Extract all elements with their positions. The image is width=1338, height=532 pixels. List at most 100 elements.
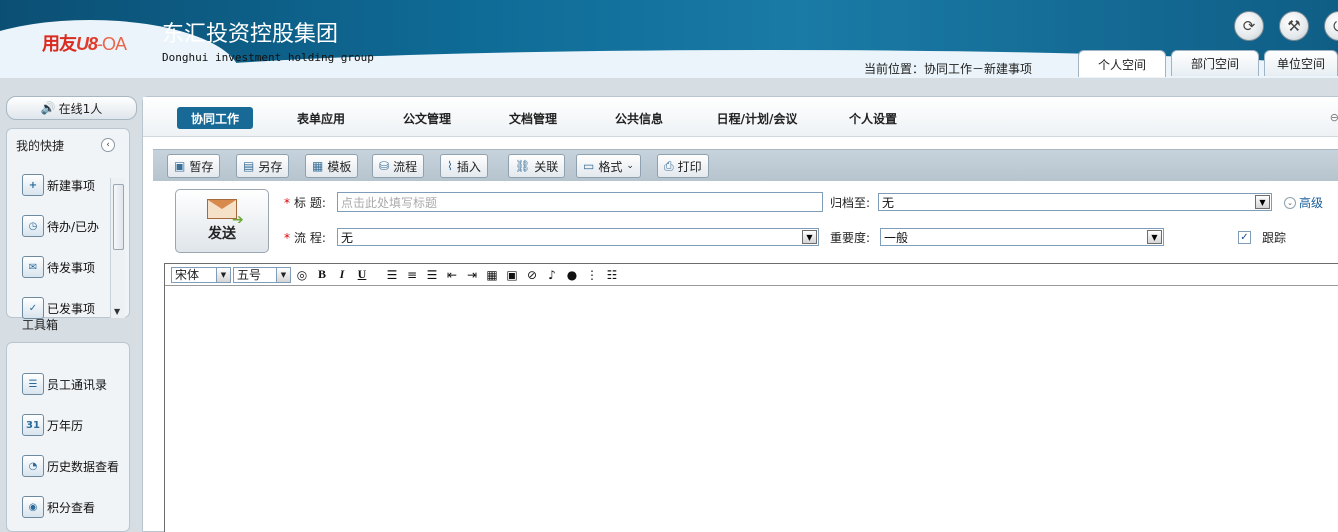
button-label: 插入 bbox=[456, 159, 481, 174]
indent-icon[interactable]: ⇥ bbox=[463, 266, 481, 284]
send-button[interactable]: ➔ 发送 bbox=[175, 189, 269, 253]
collapse-sidebar-icon[interactable]: ‹ bbox=[101, 138, 115, 152]
italic-icon[interactable]: I bbox=[333, 266, 351, 284]
image-icon[interactable]: ▣ bbox=[503, 266, 521, 284]
underline-icon[interactable]: U bbox=[353, 266, 371, 284]
title-label-text: 标 题: bbox=[294, 196, 326, 210]
scrollbar-thumb[interactable] bbox=[113, 184, 124, 250]
shortcuts-title: 我的快捷 bbox=[16, 139, 65, 153]
bold-icon[interactable]: B bbox=[313, 266, 331, 284]
table-icon[interactable]: ▦ bbox=[483, 266, 501, 284]
font-size-select[interactable]: 五号 ▼ bbox=[233, 266, 291, 283]
online-users-button[interactable]: 🔊 在线1人 bbox=[6, 96, 137, 120]
title-input[interactable]: 点击此处填写标题 bbox=[337, 192, 823, 212]
editor-content-area[interactable] bbox=[165, 286, 1338, 532]
tool-history-data[interactable]: ◔ 历史数据查看 bbox=[22, 455, 119, 477]
tab-unit-space[interactable]: 单位空间 bbox=[1264, 50, 1338, 76]
insert-button[interactable]: ⌇ 插入 bbox=[440, 154, 488, 178]
advanced-toggle[interactable]: ⌄ 高级 bbox=[1284, 194, 1323, 211]
shortcut-todo[interactable]: ◷ 待办/已办 bbox=[22, 215, 99, 237]
pending-send-icon: ✉ bbox=[22, 256, 44, 278]
save-as-button[interactable]: ▤ 另存 bbox=[236, 154, 290, 178]
refresh-icon[interactable]: ⟳ bbox=[1234, 11, 1264, 41]
breadcrumb-location: 当前位置：协同工作－新建事项 bbox=[864, 62, 1033, 76]
menu-document-management[interactable]: 公文管理 bbox=[389, 107, 465, 129]
company-name: 东汇投资控股集团 bbox=[162, 22, 339, 47]
template-icon: ▦ bbox=[312, 159, 324, 173]
text-color-icon[interactable]: ◎ bbox=[293, 266, 311, 284]
menu-public-info[interactable]: 公共信息 bbox=[601, 107, 677, 129]
align-left-icon[interactable]: ☰ bbox=[383, 266, 401, 284]
shortcut-new-item[interactable]: + 新建事项 bbox=[22, 174, 95, 196]
tool-address-book[interactable]: ☰ 员工通讯录 bbox=[22, 373, 107, 395]
track-checkbox[interactable]: ✓ bbox=[1238, 231, 1251, 244]
flash-icon[interactable]: ⊘ bbox=[523, 266, 541, 284]
button-label: 关联 bbox=[534, 159, 559, 174]
ordered-list-icon[interactable]: ⋮ bbox=[583, 266, 601, 284]
size-value: 五号 bbox=[237, 268, 262, 282]
format-button[interactable]: ▭ 格式 ⌄ bbox=[576, 154, 641, 178]
menu-file-management[interactable]: 文档管理 bbox=[495, 107, 571, 129]
tab-department-space[interactable]: 部门空间 bbox=[1171, 50, 1259, 76]
shortcut-pending-send[interactable]: ✉ 待发事项 bbox=[22, 256, 95, 278]
template-button[interactable]: ▦ 模板 bbox=[305, 154, 359, 178]
new-item-icon: + bbox=[22, 174, 44, 196]
editor-toolbar-bar: ▣ 暂存 ▤ 另存 ▦ 模板 ⛁ 流程 ⌇ 插入 ⛓ 关联 ▭ 格式 ⌄ ⎙ 打印 bbox=[153, 149, 1338, 181]
unordered-list-icon[interactable]: ☷ bbox=[603, 266, 621, 284]
menu-personal-settings[interactable]: 个人设置 bbox=[835, 107, 911, 129]
tool-calendar[interactable]: 31 万年历 bbox=[22, 414, 83, 436]
chevron-down-icon: ▼ bbox=[802, 230, 817, 244]
process-select[interactable]: 无 ▼ bbox=[337, 228, 819, 246]
menu-schedule[interactable]: 日程/计划/会议 bbox=[703, 107, 811, 129]
importance-select[interactable]: 一般 ▼ bbox=[880, 228, 1164, 246]
tools-icon[interactable]: ⚒ bbox=[1279, 11, 1309, 41]
yonyou-logo: 用友U8-OA bbox=[42, 30, 127, 56]
outdent-icon[interactable]: ⇤ bbox=[443, 266, 461, 284]
button-label: 暂存 bbox=[189, 159, 214, 174]
chevron-down-icon: ⌄ bbox=[626, 161, 634, 171]
logo-product: U8 bbox=[76, 34, 98, 54]
align-right-icon[interactable]: ☰ bbox=[423, 266, 441, 284]
workflow-icon: ⛁ bbox=[379, 159, 390, 173]
calendar-icon: 31 bbox=[22, 414, 44, 436]
media-icon[interactable]: ● bbox=[563, 266, 581, 284]
save-draft-button[interactable]: ▣ 暂存 bbox=[167, 154, 221, 178]
tool-points[interactable]: ◉ 积分查看 bbox=[22, 496, 95, 518]
points-icon: ◉ bbox=[22, 496, 44, 518]
workflow-button[interactable]: ⛁ 流程 bbox=[372, 154, 425, 178]
font-family-select[interactable]: 宋体 ▼ bbox=[171, 266, 231, 283]
history-data-icon: ◔ bbox=[22, 455, 44, 477]
toolbox-title: 工具箱 bbox=[22, 318, 59, 332]
button-label: 另存 bbox=[258, 159, 283, 174]
shortcut-label: 待办/已办 bbox=[47, 219, 100, 234]
tool-label: 员工通讯录 bbox=[47, 377, 108, 392]
company-name-english: Donghui investment holding group bbox=[162, 51, 374, 64]
archive-label: 归档至: bbox=[830, 196, 871, 210]
logo-suffix: -OA bbox=[97, 34, 127, 54]
process-value: 无 bbox=[341, 230, 354, 245]
archive-select[interactable]: 无 ▼ bbox=[878, 193, 1272, 211]
link-button[interactable]: ⛓ 关联 bbox=[508, 154, 566, 178]
importance-label: 重要度: bbox=[830, 231, 871, 245]
button-label: 打印 bbox=[677, 159, 702, 174]
title-label: * 标 题: bbox=[284, 194, 326, 211]
audio-icon[interactable]: ♪ bbox=[543, 266, 561, 284]
exit-icon[interactable]: ⏻ bbox=[1324, 11, 1338, 41]
chevron-down-icon: ▼ bbox=[276, 267, 290, 282]
scroll-down-icon[interactable]: ▼ bbox=[114, 307, 120, 316]
track-label: 跟踪 bbox=[1262, 231, 1287, 245]
process-label-text: 流 程: bbox=[294, 231, 326, 245]
online-count: 在线1人 bbox=[58, 101, 103, 116]
shortcuts-scrollbar[interactable]: ▼ bbox=[110, 178, 125, 318]
menu-more-icon[interactable]: ⊖ bbox=[1330, 111, 1338, 124]
print-button[interactable]: ⎙ 打印 bbox=[657, 154, 709, 178]
menu-collaboration[interactable]: 协同工作 bbox=[177, 107, 253, 129]
menu-form-apps[interactable]: 表单应用 bbox=[283, 107, 359, 129]
button-label: 格式 bbox=[598, 159, 623, 174]
align-center-icon[interactable]: ≡ bbox=[403, 266, 421, 284]
button-label: 流程 bbox=[393, 159, 418, 174]
chevron-down-icon: ▼ bbox=[1255, 195, 1270, 209]
shortcut-label: 已发事项 bbox=[47, 301, 96, 316]
tab-personal-space[interactable]: 个人空间 bbox=[1078, 50, 1166, 77]
chevron-down-icon: ▼ bbox=[1147, 230, 1162, 244]
